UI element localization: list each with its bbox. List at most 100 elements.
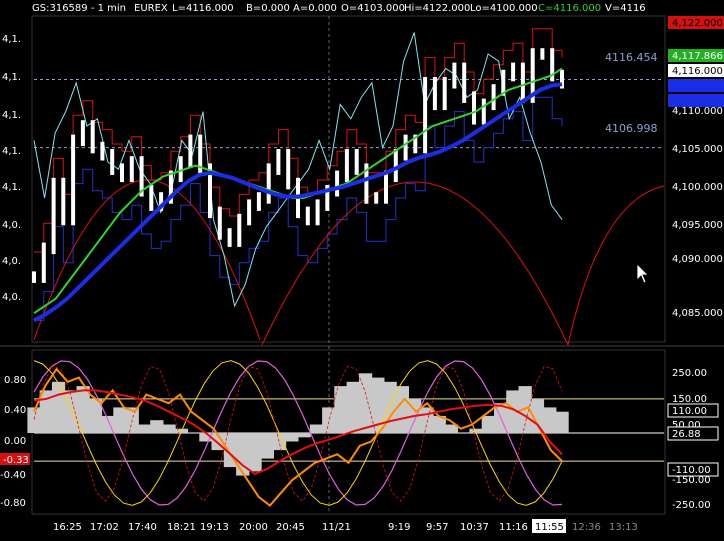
price-bar bbox=[442, 77, 447, 111]
osc-right-tick: -250.00 bbox=[672, 500, 711, 511]
price-bar bbox=[423, 77, 428, 154]
osc-histogram-bar bbox=[272, 433, 287, 451]
osc-histogram-bar bbox=[322, 407, 336, 433]
level-label-lower: 4106.998 bbox=[605, 122, 658, 135]
price-left-tick: 4,0. bbox=[2, 256, 21, 267]
price-bar bbox=[61, 177, 66, 226]
price-left-tick: 4,1. bbox=[2, 34, 21, 45]
osc-right-tick: 150.00 bbox=[672, 394, 707, 405]
time-tick: 13:13 bbox=[609, 522, 638, 533]
price-bar bbox=[71, 134, 76, 226]
blue-ma-badge-2 bbox=[668, 94, 724, 107]
price-bar bbox=[41, 242, 46, 283]
price-bar bbox=[472, 91, 476, 125]
green-ma-badge-label: 4,117.866 bbox=[672, 51, 723, 62]
price-bar bbox=[335, 170, 340, 197]
osc-lower-level-label: -110.00 bbox=[672, 465, 711, 476]
header-low: Lo=4100.000 bbox=[470, 3, 538, 14]
osc-left-tick: 0.00 bbox=[4, 436, 26, 447]
time-tick: 20:45 bbox=[276, 522, 305, 533]
price-bar bbox=[315, 199, 320, 226]
price-tick-label: 4,095.000 bbox=[672, 220, 723, 231]
price-bar bbox=[462, 62, 467, 103]
price-bar bbox=[237, 213, 242, 247]
price-bar bbox=[511, 62, 516, 82]
price-left-tick: 4,1. bbox=[2, 110, 21, 121]
price-bar bbox=[491, 84, 496, 111]
time-tick: 17:02 bbox=[90, 522, 119, 533]
price-bar bbox=[374, 192, 379, 204]
blue-ma-badge bbox=[668, 79, 724, 92]
price-left-tick: 4,0. bbox=[2, 220, 21, 231]
osc-histogram-bar bbox=[420, 407, 434, 433]
time-axis: 16:25 17:02 17:40 18:21 19:13 20:00 20:4… bbox=[53, 519, 638, 533]
price-bar bbox=[266, 163, 271, 204]
time-tick: 11/21 bbox=[322, 522, 351, 533]
header-symbol: GS:316589 - 1 min bbox=[32, 3, 126, 14]
time-tick: 16:25 bbox=[53, 522, 82, 533]
time-tick-highlight: 11:55 bbox=[535, 522, 564, 533]
osc-histogram-bar bbox=[346, 381, 360, 433]
price-bar bbox=[129, 156, 134, 183]
price-bar bbox=[354, 149, 359, 175]
chart-canvas[interactable]: GS:316589 - 1 min EUREX L=4116.000 B=0.0… bbox=[0, 0, 724, 537]
time-tick: 9:19 bbox=[388, 522, 410, 533]
osc-histogram-bar bbox=[150, 420, 164, 433]
price-left-tick: 4,1. bbox=[2, 182, 21, 193]
time-tick: 12:36 bbox=[572, 522, 601, 533]
chart-background bbox=[0, 0, 724, 537]
osc-histogram-bar bbox=[113, 407, 127, 433]
osc-left-tick: -0.80 bbox=[0, 498, 26, 509]
time-tick: 18:21 bbox=[167, 522, 196, 533]
chart-window: GS:316589 - 1 min EUREX L=4116.000 B=0.0… bbox=[0, 0, 724, 537]
price-bar bbox=[384, 170, 388, 204]
osc-histogram-bar bbox=[297, 433, 311, 438]
price-tick-label: 4,090.000 bbox=[672, 254, 723, 265]
osc-histogram-bar bbox=[51, 381, 66, 433]
header-bid: B=0.000 bbox=[246, 3, 290, 14]
header-high: Hi=4122.000 bbox=[404, 3, 470, 14]
price-bar bbox=[540, 48, 545, 60]
price-bar bbox=[198, 134, 203, 175]
last-price-badge-label: 4,116.000 bbox=[672, 66, 723, 77]
osc-histogram-bar bbox=[543, 407, 557, 433]
price-bar bbox=[90, 120, 95, 154]
time-tick: 20:00 bbox=[239, 522, 268, 533]
price-bar bbox=[305, 206, 310, 226]
time-tick: 10:37 bbox=[460, 522, 489, 533]
header-open: O=4103.000 bbox=[341, 3, 405, 14]
osc-right-tick: 250.00 bbox=[672, 368, 707, 379]
osc-histogram-bar bbox=[481, 415, 495, 433]
osc-upper-level-label: 110.00 bbox=[672, 406, 707, 417]
time-tick: 19:13 bbox=[200, 522, 229, 533]
osc-histogram-bar bbox=[162, 424, 176, 433]
price-tick-label: 4,100.000 bbox=[672, 182, 723, 193]
price-tick-label: 4,105.000 bbox=[672, 144, 723, 155]
price-bar bbox=[120, 163, 124, 183]
price-bar bbox=[80, 120, 85, 147]
osc-histogram-bar bbox=[260, 433, 274, 459]
price-bar bbox=[520, 62, 525, 103]
price-bar bbox=[217, 206, 222, 240]
osc-histogram-bar bbox=[358, 373, 373, 433]
price-bar bbox=[344, 149, 349, 183]
price-bar bbox=[276, 149, 281, 175]
level-label-upper: 4116.454 bbox=[605, 51, 658, 64]
price-bar bbox=[481, 98, 486, 125]
osc-left-tick: -0.40 bbox=[0, 470, 26, 481]
header-exchange: EUREX bbox=[134, 3, 168, 14]
osc-value-badge-label: -0.33 bbox=[3, 455, 29, 466]
osc-histogram-bar bbox=[309, 424, 324, 433]
osc-histogram-bar bbox=[137, 424, 152, 433]
price-bar bbox=[286, 149, 291, 190]
price-bar bbox=[432, 77, 437, 111]
price-bar bbox=[149, 185, 154, 211]
price-bar bbox=[227, 228, 232, 247]
osc-current-label: 26.88 bbox=[672, 429, 701, 440]
time-tick: 11:16 bbox=[499, 522, 528, 533]
price-bar bbox=[32, 271, 36, 283]
osc-histogram-bar bbox=[285, 433, 299, 442]
price-bar bbox=[247, 199, 252, 226]
price-bar bbox=[110, 149, 115, 175]
osc-left-tick: 0.80 bbox=[4, 375, 26, 386]
